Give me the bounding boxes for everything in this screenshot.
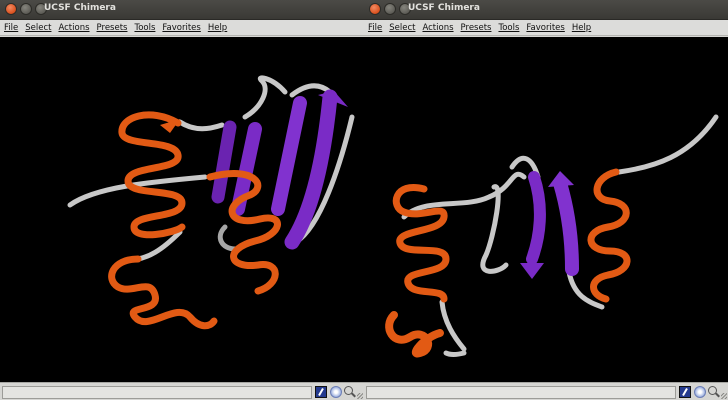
beta-arrowhead <box>520 263 544 279</box>
menu-tools[interactable]: Tools <box>498 23 519 33</box>
alpha-helix <box>587 168 631 303</box>
command-line-icon[interactable] <box>315 386 327 398</box>
menu-select[interactable]: Select <box>25 23 51 33</box>
menu-actions[interactable]: Actions <box>422 23 453 33</box>
coil-strand <box>439 299 467 352</box>
menu-file[interactable]: File <box>4 23 18 33</box>
menu-favorites[interactable]: Favorites <box>162 23 200 33</box>
menu-bar: File Select Actions Presets Tools Favori… <box>364 20 728 36</box>
window-title: UCSF Chimera <box>408 3 480 13</box>
close-icon[interactable] <box>369 3 381 15</box>
menu-favorites[interactable]: Favorites <box>526 23 564 33</box>
status-bar <box>364 382 728 400</box>
status-line <box>2 386 312 399</box>
coil-strand <box>443 350 467 357</box>
menu-file[interactable]: File <box>368 23 382 33</box>
menu-tools[interactable]: Tools <box>134 23 155 33</box>
menu-presets[interactable]: Presets <box>461 23 492 33</box>
resize-grip-icon[interactable] <box>357 393 363 399</box>
menu-select[interactable]: Select <box>389 23 415 33</box>
command-line-icon[interactable] <box>679 386 691 398</box>
title-bar[interactable]: UCSF Chimera <box>0 0 364 20</box>
status-line <box>366 386 676 399</box>
coil-strand <box>217 224 238 252</box>
close-icon[interactable] <box>5 3 17 15</box>
title-bar[interactable]: UCSF Chimera <box>364 0 728 20</box>
protein-ribbon-render <box>67 75 355 330</box>
menu-help[interactable]: Help <box>208 23 227 33</box>
alpha-helix <box>108 255 218 330</box>
graphics-viewport[interactable] <box>0 37 364 382</box>
model-id-icon[interactable] <box>330 386 342 398</box>
minimize-icon[interactable] <box>384 3 396 15</box>
alpha-helix <box>118 111 186 239</box>
menu-bar: File Select Actions Presets Tools Favori… <box>0 20 364 36</box>
resize-grip-icon[interactable] <box>721 393 727 399</box>
chimera-window-left: UCSF Chimera File Select Actions Presets… <box>0 0 364 400</box>
chimera-window-right: UCSF Chimera File Select Actions Presets… <box>364 0 728 400</box>
beta-strand <box>526 171 546 265</box>
graphics-viewport[interactable] <box>364 37 728 382</box>
protein-ribbon-render <box>385 114 719 358</box>
minimize-icon[interactable] <box>20 3 32 15</box>
beta-strand <box>553 176 579 276</box>
beta-arrowhead <box>548 171 574 187</box>
model-id-icon[interactable] <box>694 386 706 398</box>
coil-strand <box>177 119 225 132</box>
zoom-icon[interactable] <box>708 386 720 398</box>
status-bar <box>0 382 364 400</box>
menu-help[interactable]: Help <box>572 23 591 33</box>
menu-presets[interactable]: Presets <box>97 23 128 33</box>
zoom-icon[interactable] <box>344 386 356 398</box>
coil-strand <box>242 75 288 120</box>
beta-strand <box>211 120 237 204</box>
menu-actions[interactable]: Actions <box>58 23 89 33</box>
alpha-helix <box>385 311 444 358</box>
window-title: UCSF Chimera <box>44 3 116 13</box>
beta-strand <box>271 96 307 216</box>
coil-strand <box>616 114 719 175</box>
